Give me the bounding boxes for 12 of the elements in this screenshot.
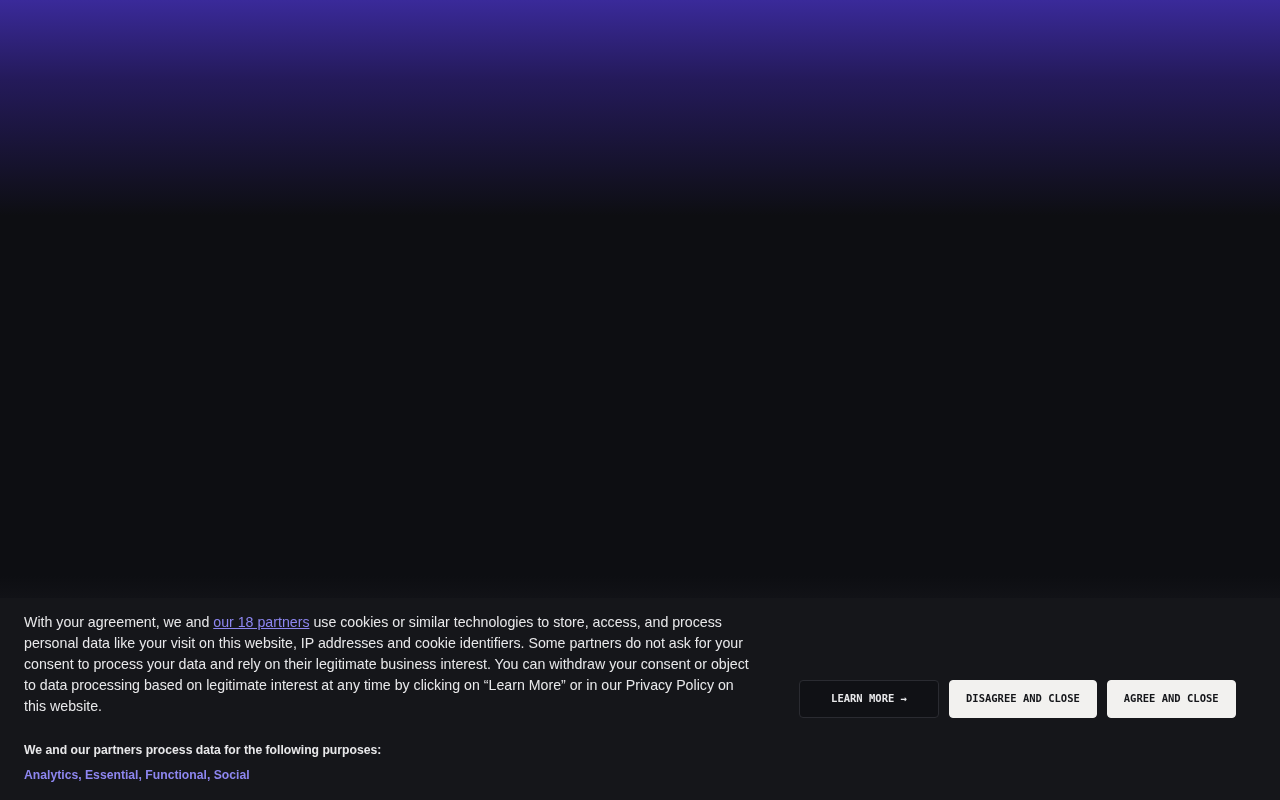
purpose-link[interactable]: Essential [85, 768, 139, 782]
agree-button[interactable]: AGREE AND CLOSE [1106, 679, 1236, 718]
partners-link[interactable]: our 18 partners [213, 613, 310, 630]
purposes-heading: We and our partners process data for the following purposes: [24, 741, 383, 759]
comma-separator: , [206, 768, 212, 782]
consent-text: With your agreement, we and our 18 partners use cookies or similar technologies to store, access, and process personal data like your visit on this website, IP addresses and cookie identifiers. Some partners do not ask for your consent to process your data and rely on their legitimate business interest. You can withdraw your consent or object to data processing based on legitimate interest at any time by clicking on “Learn More” or in our Privacy Policy on this website. [24, 612, 750, 716]
disagree-button[interactable]: DISAGREE AND CLOSE [949, 679, 1097, 718]
comma-separator: , [78, 768, 83, 782]
comma-separator: , [138, 768, 143, 782]
purpose-link[interactable]: Functional [145, 768, 207, 782]
purpose-link[interactable]: Social [213, 768, 250, 782]
learn-more-button[interactable]: LEARN MORE → [799, 679, 939, 718]
